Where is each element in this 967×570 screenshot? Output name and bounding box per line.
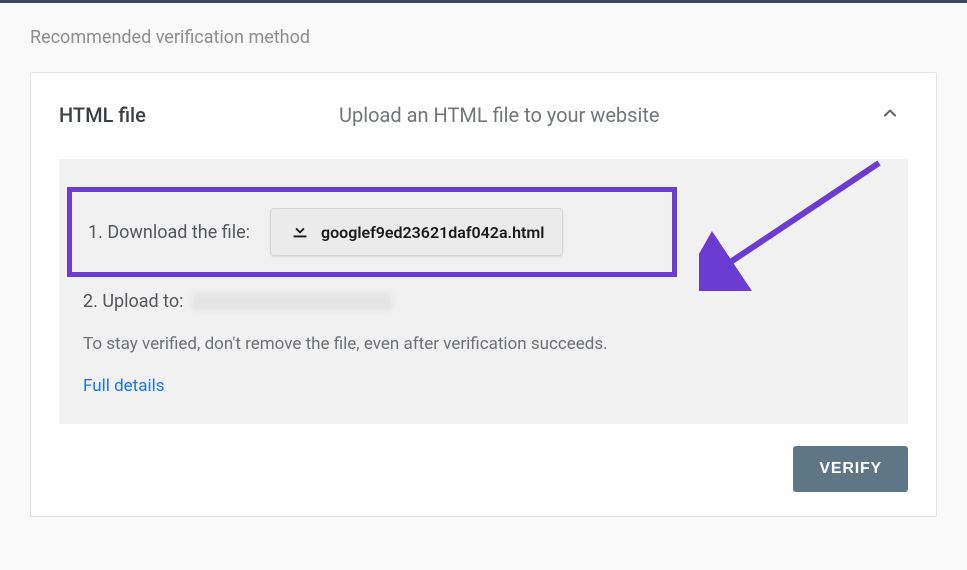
step-1-label: 1. Download the file: [88,222,250,243]
step-2-row: 2. Upload to: [83,291,884,312]
full-details-link[interactable]: Full details [83,376,165,396]
chevron-up-icon [880,103,900,127]
step-1-highlight: 1. Download the file: googlef9ed23621daf… [67,187,677,277]
card-footer: VERIFY [59,446,908,492]
upload-target-redacted [192,293,392,311]
collapse-toggle[interactable] [872,95,908,135]
verify-button[interactable]: VERIFY [793,446,908,492]
card-subtitle: Upload an HTML file to your website [339,103,872,127]
verification-card: HTML file Upload an HTML file to your we… [30,72,937,517]
download-icon [289,219,321,245]
verification-hint: To stay verified, don't remove the file,… [83,334,884,354]
download-filename: googlef9ed23621daf042a.html [321,223,544,242]
card-header[interactable]: HTML file Upload an HTML file to your we… [59,95,908,135]
page-container: Recommended verification method HTML fil… [0,3,967,517]
instructions-panel: 1. Download the file: googlef9ed23621daf… [59,159,908,424]
download-file-button[interactable]: googlef9ed23621daf042a.html [270,208,563,256]
card-title: HTML file [59,103,339,127]
step-2-label: 2. Upload to: [83,291,184,312]
section-label: Recommended verification method [30,27,937,48]
